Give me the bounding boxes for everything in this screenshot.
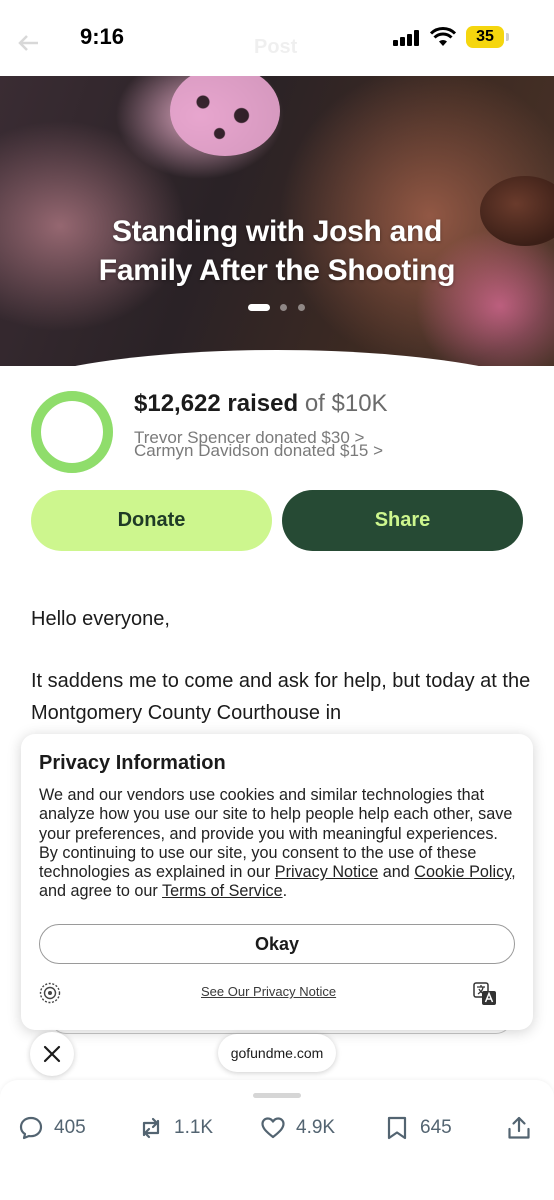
back-arrow-icon[interactable]	[18, 34, 40, 52]
okay-button[interactable]: Okay	[39, 924, 515, 964]
privacy-and-text: and	[382, 863, 410, 882]
story-greeting: Hello everyone,	[31, 608, 170, 630]
status-time: 9:16	[80, 24, 125, 49]
raised-amount: $12,622 raised	[134, 390, 299, 417]
privacy-modal: Privacy Information We and our vendors u…	[21, 734, 533, 1030]
share-post-button[interactable]	[506, 1113, 542, 1143]
privacy-notice-link[interactable]: Privacy Notice	[275, 863, 378, 881]
reply-icon	[19, 1116, 43, 1140]
bookmark-count: 645	[420, 1117, 452, 1138]
signal-icon	[393, 30, 419, 46]
drag-handle[interactable]	[253, 1093, 301, 1098]
bookmark-button[interactable]: 645	[384, 1113, 452, 1143]
wifi-icon	[430, 27, 456, 46]
privacy-period: .	[282, 882, 288, 901]
story-paragraph: It saddens me to come and ask for help, …	[31, 670, 531, 724]
privacy-title: Privacy Information	[39, 752, 226, 774]
hero-photo-filter-ears	[170, 76, 280, 156]
recent-donation-2[interactable]: Carmyn Davidson donated $15 >	[134, 441, 383, 461]
goal-amount: of $10K	[304, 390, 388, 417]
like-icon	[261, 1117, 285, 1139]
battery-icon: 35	[466, 26, 504, 48]
fundraiser-title: Standing with Josh and Family After the …	[0, 212, 554, 290]
repost-button[interactable]: 1.1K	[138, 1113, 213, 1143]
carousel-dot-1[interactable]	[248, 304, 270, 311]
carousel-dot-3[interactable]	[298, 304, 305, 311]
hero-image[interactable]: Standing with Josh and Family After the …	[0, 76, 554, 366]
reply-count: 405	[54, 1117, 86, 1138]
domain-pill[interactable]: gofundme.com	[218, 1034, 336, 1072]
donate-button[interactable]: Donate	[31, 490, 272, 551]
post-title: Post	[254, 36, 298, 58]
share-button[interactable]: Share	[282, 490, 523, 551]
battery-cap	[506, 33, 509, 41]
repost-icon	[142, 1117, 160, 1139]
title-line-1: Standing with Josh and	[111, 215, 443, 248]
reply-button[interactable]: 405	[18, 1113, 86, 1143]
status-bar: Post 9:16 35	[0, 0, 554, 76]
progress-ring	[31, 391, 113, 473]
like-button[interactable]: 4.9K	[260, 1113, 335, 1143]
title-line-2: Family After the Shooting	[98, 254, 456, 287]
bookmark-icon	[387, 1116, 407, 1140]
shield-icon[interactable]	[39, 982, 61, 1004]
terms-of-service-link[interactable]: Terms of Service	[162, 882, 283, 900]
see-privacy-notice-link[interactable]: See Our Privacy Notice	[201, 984, 336, 999]
privacy-body: We and our vendors use cookies and simil…	[39, 786, 519, 902]
close-button[interactable]	[30, 1032, 74, 1076]
raised-summary: $12,622 raised of $10K	[134, 390, 388, 418]
carousel-dot-2[interactable]	[280, 304, 287, 311]
close-icon	[43, 1045, 61, 1063]
cookie-policy-link[interactable]: Cookie Policy	[414, 863, 511, 881]
repost-count: 1.1K	[174, 1117, 214, 1138]
like-count: 4.9K	[296, 1117, 336, 1138]
translate-icon[interactable]	[473, 982, 497, 1006]
share-icon	[508, 1116, 530, 1139]
